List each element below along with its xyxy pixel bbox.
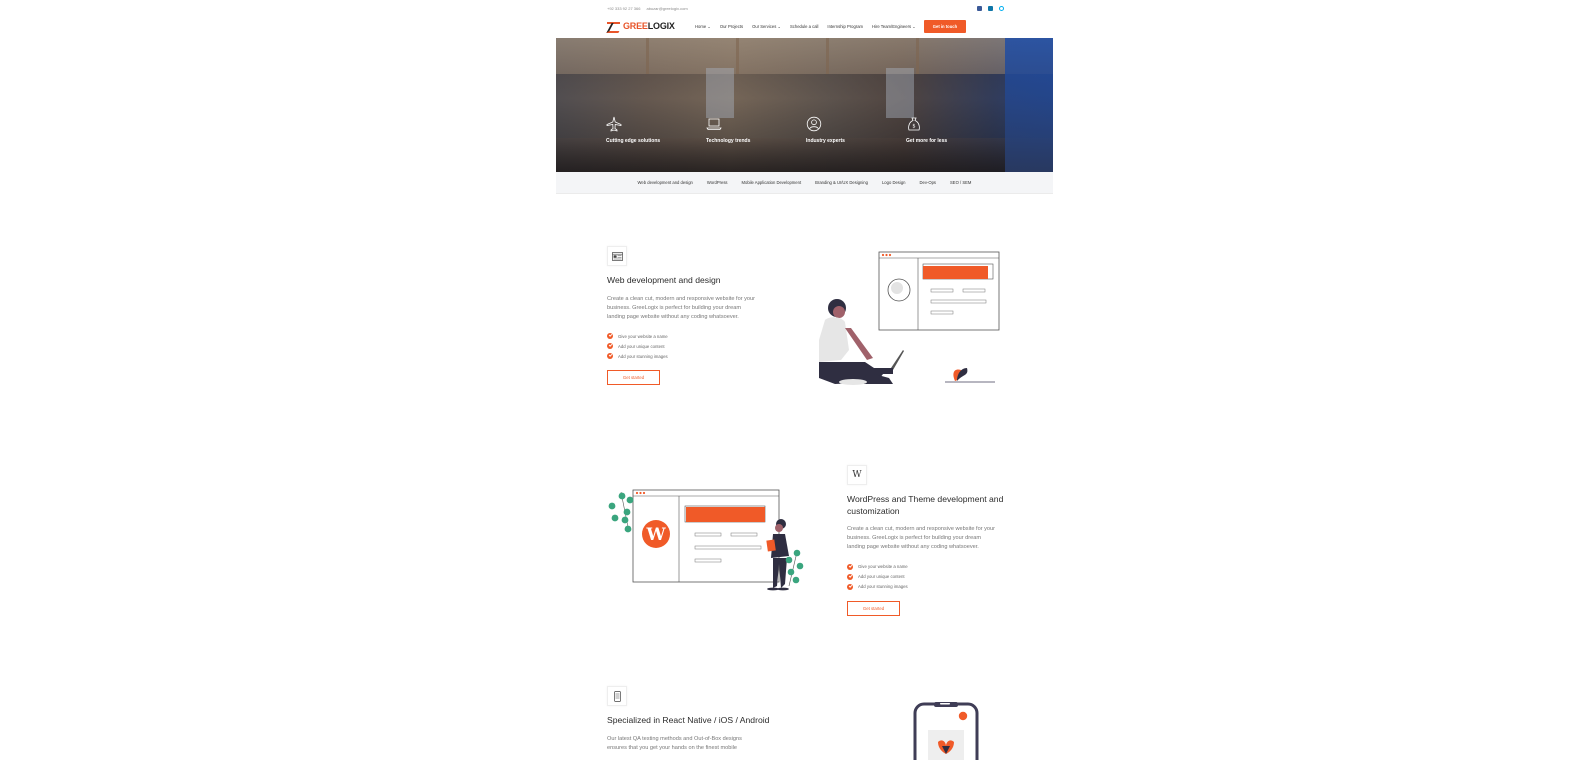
tab-mobile-app[interactable]: Mobile Application Development [742,180,802,185]
phone-number[interactable]: +92 333 92 27 366 [607,6,640,11]
get-started-button[interactable]: Get started [607,370,660,386]
tab-branding-uiux[interactable]: Branding & UI/UX Designing [815,180,868,185]
logo[interactable]: GREELOGIX [607,21,695,31]
contact-info: +92 333 92 27 366 abuzar@greelogix.com [607,6,688,11]
web-dev-section: Web development and design Create a clea… [607,246,777,386]
nav-item-home[interactable]: Home ⌄ [695,24,711,29]
list-item: Add your stunning images [607,351,777,361]
feature-get-more: $ Get more for less [906,116,947,144]
top-bar: +92 333 92 27 366 abuzar@greelogix.com [607,3,1004,13]
check-icon [607,333,613,340]
feature-industry-experts: Industry experts [806,116,845,144]
check-icon [847,573,853,580]
check-icon [847,563,853,570]
list-item: Add your stunning images [847,582,1017,592]
service-tabs: Web development and design WordPress Mob… [556,172,1053,194]
tab-web-development[interactable]: Web development and design [638,180,693,185]
feature-label: Industry experts [806,138,845,144]
mobile-section: Specialized in React Native / iOS / Andr… [607,686,777,753]
main-nav: GREELOGIX Home ⌄ Our Projects Our Servic… [607,17,1004,35]
list-item: Give your website a name [847,562,1017,572]
tab-seo-sem[interactable]: SEO / SEM [950,180,971,185]
nav-item-schedule-call[interactable]: Schedule a call [790,24,818,29]
money-bag-icon: $ [908,117,920,131]
web-dev-illustration [819,251,1000,385]
user-circle-icon [806,116,822,132]
browser-layout-icon [607,246,627,266]
linkedin-icon[interactable] [988,5,993,11]
tab-devops[interactable]: Dev-Ops [919,180,936,185]
list-item: Add your unique content [847,572,1017,582]
check-icon [607,343,613,350]
nav-menu: Home ⌄ Our Projects Our Services ⌄ Sched… [695,24,916,29]
section-title: Web development and design [607,275,721,285]
nav-item-our-services[interactable]: Our Services ⌄ [752,24,781,29]
laptop-icon [706,118,722,130]
section-title: WordPress and Theme development and cust… [847,494,1004,516]
mobile-phone-icon [607,686,627,706]
mobile-illustration [913,702,979,760]
nav-item-internship[interactable]: Internship Program [827,24,863,29]
wordpress-icon: W [847,465,867,485]
hero-banner: Cutting edge solutions Technology trends… [556,38,1053,172]
check-icon [607,353,613,360]
section-description: Create a clean cut, modern and responsiv… [607,295,756,320]
social-links [977,5,1004,11]
get-in-touch-button[interactable]: Get in touch [923,19,967,33]
svg-text:$: $ [912,124,915,130]
section-title: Specialized in React Native / iOS / Andr… [607,715,770,725]
check-icon [847,583,853,590]
feature-label: Technology trends [706,138,751,144]
logo-icon [607,21,620,31]
get-started-button[interactable]: Get started [847,600,900,616]
list-item: Give your website a name [607,331,777,341]
feature-cutting-edge: Cutting edge solutions [606,116,660,144]
logo-text: GREELOGIX [623,21,675,31]
section-description: Create a clean cut, modern and responsiv… [847,526,996,551]
wordpress-section: W WordPress and Theme development and cu… [847,465,1017,616]
facebook-icon[interactable] [977,5,982,11]
nav-item-hire-team[interactable]: Hire Team/Engineers ⌄ [872,24,916,29]
tab-wordpress[interactable]: WordPress [707,180,728,185]
svg-text:W: W [645,525,666,545]
feature-label: Cutting edge solutions [606,138,661,144]
airplane-icon [606,116,622,132]
feature-label: Get more for less [906,138,948,144]
list-item: Add your unique content [607,341,777,351]
feature-checklist: Give your website a name Add your unique… [847,562,1017,592]
tab-logo-design[interactable]: Logo Design [882,180,906,185]
section-description: Our latest QA testing methods and Out-of… [607,735,742,751]
email-address[interactable]: abuzar@greelogix.com [646,6,687,11]
skype-icon[interactable] [999,5,1004,11]
wordpress-illustration: W [608,489,804,591]
feature-checklist: Give your website a name Add your unique… [607,331,777,361]
feature-technology-trends: Technology trends [706,116,750,144]
nav-item-our-projects[interactable]: Our Projects [720,24,743,29]
